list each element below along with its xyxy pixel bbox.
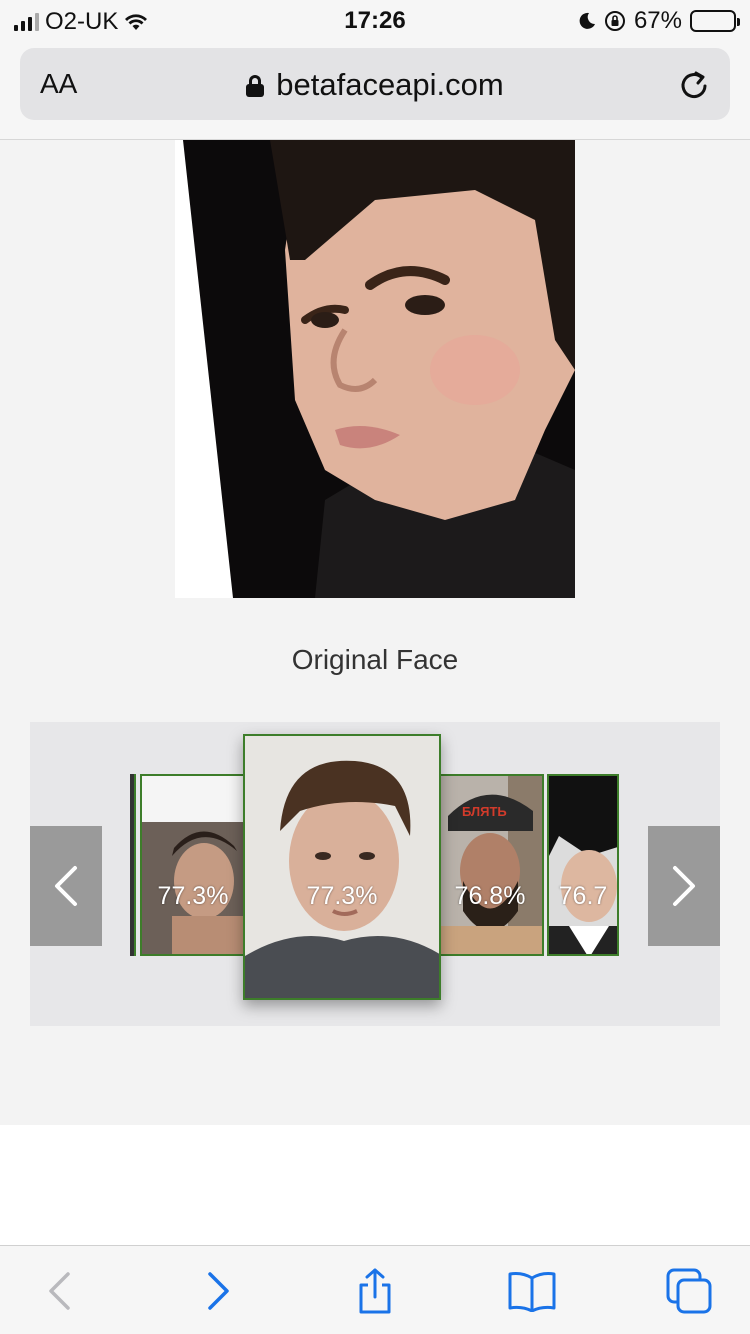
address-bar[interactable]: AA betafaceapi.com xyxy=(20,48,730,120)
forward-button[interactable] xyxy=(194,1266,244,1316)
share-icon xyxy=(359,1268,391,1314)
chevron-left-icon xyxy=(55,866,77,906)
tabs-icon xyxy=(666,1268,712,1314)
match-thumbnail[interactable]: 77.3% xyxy=(140,774,246,956)
match-thumbnail[interactable]: 76.7 xyxy=(547,774,619,956)
match-thumbnail[interactable]: БЛЯТЬ 76.8% xyxy=(436,774,544,956)
page-content: Original Face 77.3% 76.7 БЛЯТЬ 76.8% 77.… xyxy=(0,140,750,1125)
match-carousel: 77.3% 76.7 БЛЯТЬ 76.8% 77.3% xyxy=(30,722,720,1026)
url-domain: betafaceapi.com xyxy=(276,67,504,102)
original-face-caption: Original Face xyxy=(291,644,459,675)
match-score: 76.7 xyxy=(558,882,608,910)
back-button[interactable] xyxy=(34,1266,84,1316)
match-score: 77.3% xyxy=(157,882,229,910)
moon-icon xyxy=(579,12,595,29)
share-button[interactable] xyxy=(350,1266,400,1316)
chevron-right-icon xyxy=(673,866,695,906)
browser-header: AA betafaceapi.com xyxy=(0,42,750,140)
page-bottom-area xyxy=(0,1125,750,1245)
carousel-prev-button[interactable] xyxy=(30,826,102,946)
status-bar: O2-UK 17:26 67% xyxy=(0,0,750,42)
match-thumbnail-hidden[interactable] xyxy=(130,774,136,956)
lock-icon xyxy=(246,75,265,97)
battery-percent: 67% xyxy=(633,7,682,34)
carousel-next-button[interactable] xyxy=(648,826,720,946)
chevron-left-icon xyxy=(49,1272,70,1310)
match-thumbnail-selected[interactable]: 77.3% xyxy=(243,734,441,1000)
svg-text:БЛЯТЬ: БЛЯТЬ xyxy=(462,804,507,819)
match-score: 77.3% xyxy=(306,882,378,910)
status-right: 67% xyxy=(578,7,740,35)
chevron-right-icon xyxy=(208,1272,229,1310)
rotation-lock-icon xyxy=(604,11,625,31)
tabs-button[interactable] xyxy=(664,1266,714,1316)
bookmarks-button[interactable] xyxy=(507,1266,557,1316)
reload-icon[interactable] xyxy=(676,66,712,102)
url-display[interactable]: betafaceapi.com xyxy=(20,67,730,103)
battery-icon xyxy=(690,10,740,32)
browser-toolbar xyxy=(0,1245,750,1334)
match-score: 76.8% xyxy=(454,882,526,910)
original-face-image xyxy=(175,140,575,598)
book-icon xyxy=(508,1272,556,1312)
